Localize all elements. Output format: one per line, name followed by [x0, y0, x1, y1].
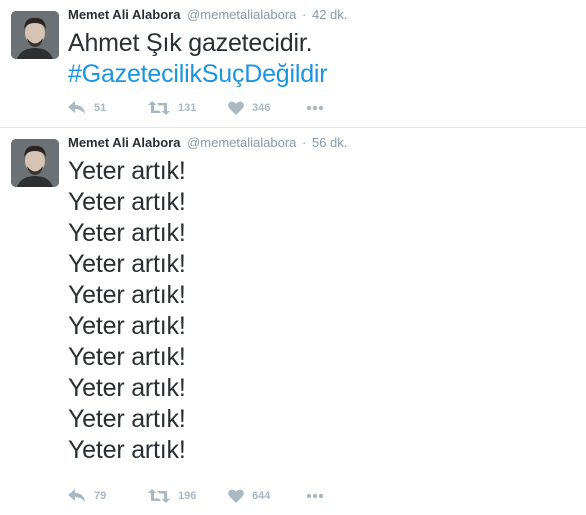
hashtag-link[interactable]: #GazetecilikSuçDeğildir — [68, 59, 328, 90]
tweet-text-line: Yeter artık! — [68, 157, 186, 185]
tweet[interactable]: Memet Ali Alabora @memetalialabora · 42 … — [0, 0, 586, 128]
like-button[interactable]: 644 — [228, 489, 306, 503]
avatar-image — [11, 139, 59, 187]
separator: · — [302, 7, 307, 22]
more-icon — [306, 493, 324, 499]
reply-count: 79 — [94, 490, 107, 502]
fullname[interactable]: Memet Ali Alabora — [68, 135, 180, 150]
tweet[interactable]: Memet Ali Alabora @memetalialabora · 56 … — [0, 128, 586, 515]
username[interactable]: @memetalialabora — [187, 135, 296, 150]
reply-icon — [68, 101, 85, 114]
avatar[interactable] — [11, 11, 59, 59]
retweet-button[interactable]: 131 — [148, 101, 228, 115]
tweet-text-line: Yeter artık! — [68, 312, 186, 340]
tweet-text-line: Yeter artık! — [68, 405, 186, 433]
tweet-text-line: Yeter artık! — [68, 219, 186, 247]
separator: · — [302, 135, 307, 150]
retweet-count: 196 — [178, 490, 197, 502]
reply-button[interactable]: 51 — [68, 101, 148, 115]
tweet-actions: 51 131 346 — [68, 98, 336, 118]
tweet-text-line: Ahmet Şık gazetecidir. — [68, 29, 313, 57]
tweet-actions: 79 196 644 — [68, 486, 336, 506]
heart-icon — [228, 101, 244, 115]
reply-icon — [68, 489, 85, 502]
retweet-icon — [148, 489, 170, 503]
timestamp[interactable]: 42 dk. — [312, 7, 347, 22]
like-count: 644 — [252, 490, 271, 502]
retweet-count: 131 — [178, 102, 197, 114]
more-button[interactable] — [306, 493, 336, 499]
retweet-button[interactable]: 196 — [148, 489, 228, 503]
timestamp[interactable]: 56 dk. — [312, 135, 347, 150]
tweet-text-line: Yeter artık! — [68, 374, 186, 402]
like-count: 346 — [252, 102, 271, 114]
fullname[interactable]: Memet Ali Alabora — [68, 7, 180, 22]
username[interactable]: @memetalialabora — [187, 7, 296, 22]
tweet-text-line: Yeter artık! — [68, 343, 186, 371]
tweet-text: Yeter artık! Yeter artık! Yeter artık! Y… — [68, 156, 186, 466]
avatar[interactable] — [11, 139, 59, 187]
avatar-image — [11, 11, 59, 59]
tweet-text-line: Yeter artık! — [68, 250, 186, 278]
reply-button[interactable]: 79 — [68, 489, 148, 503]
tweet-header: Memet Ali Alabora @memetalialabora · 56 … — [68, 135, 347, 151]
tweet-text-line: Yeter artık! — [68, 436, 186, 464]
more-button[interactable] — [306, 105, 336, 111]
reply-count: 51 — [94, 102, 107, 114]
tweet-text-line: Yeter artık! — [68, 281, 186, 309]
retweet-icon — [148, 101, 170, 115]
tweet-text-line: Yeter artık! — [68, 188, 186, 216]
tweet-header: Memet Ali Alabora @memetalialabora · 42 … — [68, 7, 347, 23]
tweet-text: Ahmet Şık gazetecidir. #GazetecilikSuçDe… — [68, 28, 328, 90]
more-icon — [306, 105, 324, 111]
heart-icon — [228, 489, 244, 503]
like-button[interactable]: 346 — [228, 101, 306, 115]
